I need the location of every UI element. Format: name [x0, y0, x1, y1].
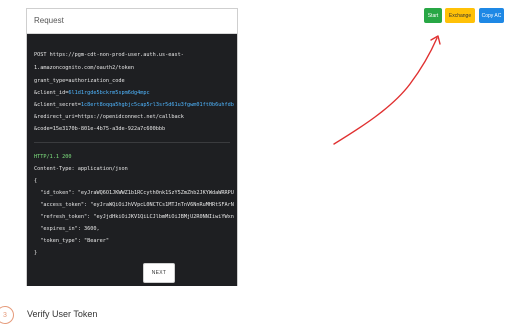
step-title: Verify User Token: [27, 309, 98, 319]
step-number-badge: 3: [0, 306, 14, 324]
annotation-arrow-icon: [333, 35, 441, 145]
